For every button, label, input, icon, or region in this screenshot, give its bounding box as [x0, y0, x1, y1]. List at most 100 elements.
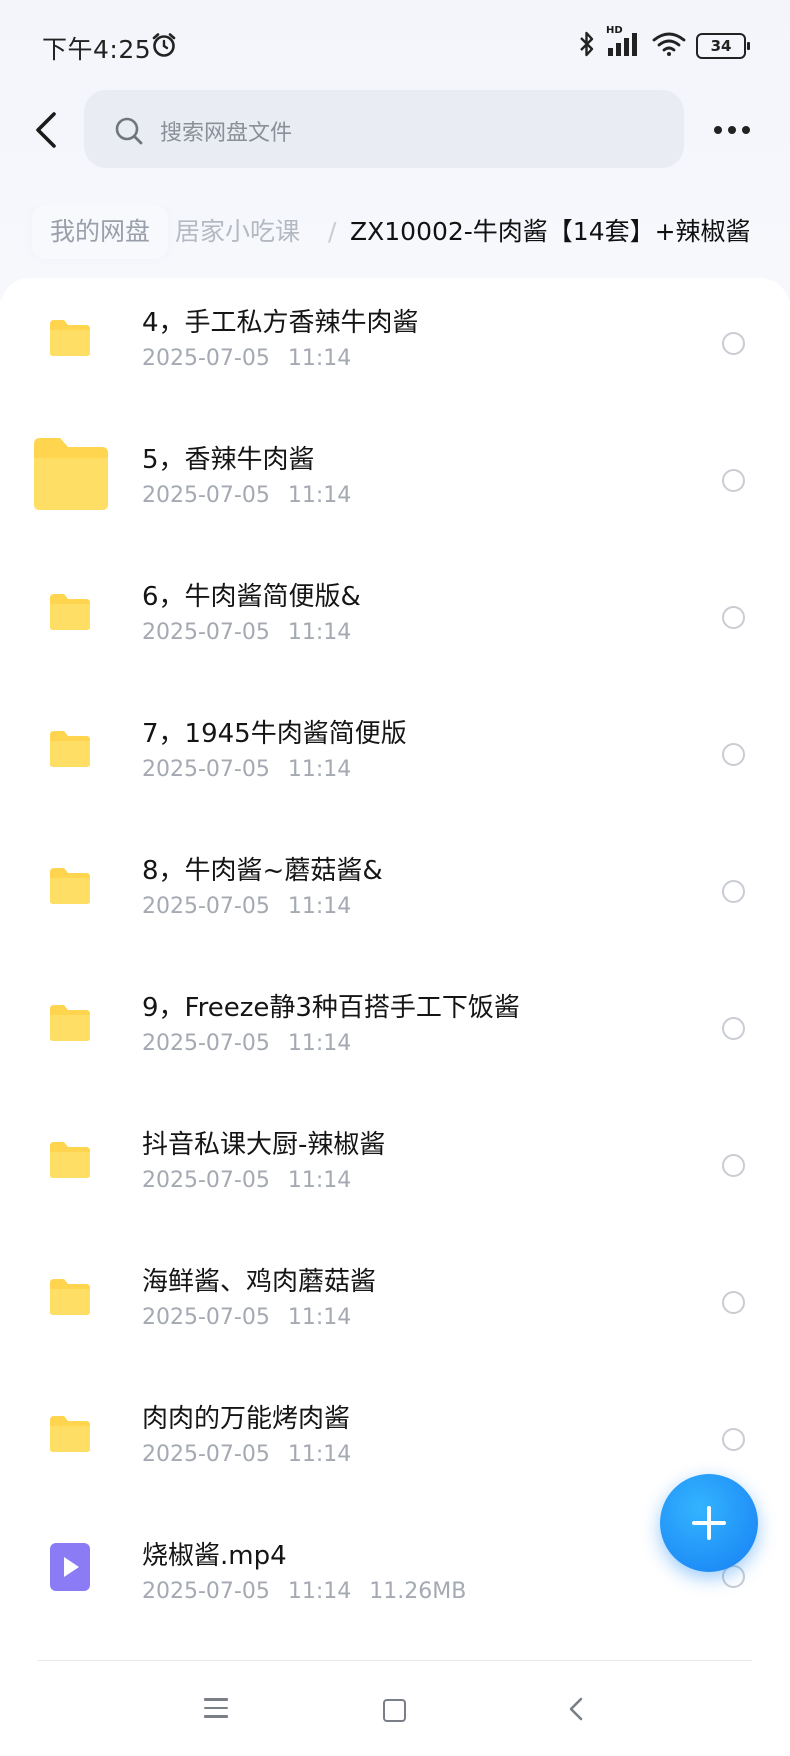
cellular-signal-icon: HD	[606, 25, 642, 61]
file-date: 2025-07-05	[142, 1579, 270, 1604]
file-time: 11:14	[287, 620, 352, 645]
file-name: 4，手工私方香辣牛肉酱	[142, 308, 419, 338]
file-meta: 2025-07-05 11:14	[142, 620, 369, 645]
file-meta: 2025-07-05 11:14	[142, 1305, 369, 1330]
folder-icon	[50, 1279, 90, 1315]
status-bar: 下午4:25 HD 34	[0, 0, 790, 90]
file-meta: 2025-07-05 11:14	[142, 757, 369, 782]
search-icon	[114, 116, 144, 150]
breadcrumb: 居家小吃课 我的网盘 / ZX10002-牛肉酱【14套】+辣椒酱	[0, 205, 790, 265]
search-input[interactable]: 搜索网盘文件	[84, 90, 684, 168]
network-type-label: HD	[606, 25, 623, 36]
file-time: 11:14	[287, 1031, 352, 1056]
file-time: 11:14	[287, 1305, 352, 1330]
file-time: 11:14	[287, 483, 352, 508]
select-checkbox[interactable]	[722, 469, 745, 492]
nav-divider	[38, 1660, 752, 1661]
breadcrumb-separator: /	[328, 217, 337, 246]
file-name: 7，1945牛肉酱简便版	[142, 719, 407, 749]
folder-icon	[50, 1005, 90, 1041]
recent-apps-button[interactable]	[204, 1698, 230, 1720]
file-date: 2025-07-05	[142, 483, 270, 508]
file-row[interactable]: 8，牛肉酱~蘑菇酱& 2025-07-05 11:14	[0, 838, 790, 975]
status-time: 下午4:25	[42, 35, 152, 64]
wifi-icon	[652, 31, 686, 61]
file-name: 9，Freeze静3种百搭手工下饭酱	[142, 993, 520, 1023]
breadcrumb-item-current: ZX10002-牛肉酱【14套】+辣椒酱	[350, 217, 751, 246]
file-time: 11:14	[287, 1442, 352, 1467]
search-placeholder: 搜索网盘文件	[160, 121, 293, 146]
file-row[interactable]: 5，香辣牛肉酱 2025-07-05 11:14	[0, 427, 790, 564]
file-size: 11.26MB	[369, 1579, 467, 1604]
file-name: 抖音私课大厨-辣椒酱	[142, 1130, 386, 1160]
file-list: 4，手工私方香辣牛肉酱 2025-07-05 11:14 5，香辣牛肉酱 2025…	[0, 278, 790, 1658]
file-meta: 2025-07-05 11:14	[142, 894, 369, 919]
alarm-icon	[150, 31, 178, 63]
file-name: 5，香辣牛肉酱	[142, 445, 315, 475]
folder-icon	[50, 1416, 90, 1452]
file-date: 2025-07-05	[142, 620, 270, 645]
home-button[interactable]	[383, 1699, 406, 1722]
more-dot-icon	[728, 126, 736, 134]
more-dot-icon	[714, 126, 722, 134]
file-meta: 2025-07-05 11:14 11.26MB	[142, 1579, 484, 1604]
back-button[interactable]	[28, 108, 68, 152]
file-name: 烧椒酱.mp4	[142, 1541, 287, 1571]
file-date: 2025-07-05	[142, 1168, 270, 1193]
breadcrumb-item-parent[interactable]: 居家小吃课	[175, 205, 300, 259]
folder-icon	[50, 868, 90, 904]
select-checkbox[interactable]	[722, 1428, 745, 1451]
folder-icon	[50, 1142, 90, 1178]
file-meta: 2025-07-05 11:14	[142, 1168, 369, 1193]
menu-line-icon	[204, 1715, 228, 1718]
battery-indicator: 34	[696, 33, 750, 59]
file-time: 11:14	[287, 346, 352, 371]
file-name: 肉肉的万能烤肉酱	[142, 1404, 351, 1434]
file-row[interactable]: 4，手工私方香辣牛肉酱 2025-07-05 11:14	[0, 290, 790, 427]
file-row[interactable]: 6，牛肉酱简便版& 2025-07-05 11:14	[0, 564, 790, 701]
file-name: 海鲜酱、鸡肉蘑菇酱	[142, 1267, 377, 1297]
more-dot-icon	[742, 126, 750, 134]
more-options-button[interactable]	[714, 115, 758, 145]
file-date: 2025-07-05	[142, 346, 270, 371]
file-name: 8，牛肉酱~蘑菇酱&	[142, 856, 383, 886]
chevron-left-icon	[569, 1697, 583, 1721]
select-checkbox[interactable]	[722, 606, 745, 629]
select-checkbox[interactable]	[722, 1291, 745, 1314]
file-date: 2025-07-05	[142, 894, 270, 919]
file-time: 11:14	[287, 1168, 352, 1193]
add-button[interactable]	[660, 1474, 758, 1572]
menu-line-icon	[204, 1706, 228, 1709]
file-time: 11:14	[287, 1579, 352, 1604]
file-meta: 2025-07-05 11:14	[142, 483, 369, 508]
select-checkbox[interactable]	[722, 1017, 745, 1040]
file-meta: 2025-07-05 11:14	[142, 1442, 369, 1467]
file-date: 2025-07-05	[142, 1305, 270, 1330]
breadcrumb-item-root[interactable]: 我的网盘	[32, 205, 169, 259]
video-file-icon	[50, 1543, 90, 1591]
file-name: 6，牛肉酱简便版&	[142, 582, 361, 612]
file-row[interactable]: 9，Freeze静3种百搭手工下饭酱 2025-07-05 11:14	[0, 975, 790, 1112]
folder-icon	[34, 438, 108, 510]
folder-icon	[50, 320, 90, 356]
system-back-button[interactable]	[566, 1696, 586, 1726]
file-time: 11:14	[287, 894, 352, 919]
file-meta: 2025-07-05 11:14	[142, 346, 369, 371]
select-checkbox[interactable]	[722, 880, 745, 903]
folder-icon	[50, 731, 90, 767]
file-row[interactable]: 海鲜酱、鸡肉蘑菇酱 2025-07-05 11:14	[0, 1249, 790, 1386]
chevron-left-icon	[36, 112, 56, 148]
file-date: 2025-07-05	[142, 757, 270, 782]
file-row[interactable]: 抖音私课大厨-辣椒酱 2025-07-05 11:14	[0, 1112, 790, 1249]
bluetooth-icon	[578, 30, 596, 62]
menu-line-icon	[204, 1698, 228, 1701]
select-checkbox[interactable]	[722, 1154, 745, 1177]
select-checkbox[interactable]	[722, 743, 745, 766]
file-date: 2025-07-05	[142, 1031, 270, 1056]
file-date: 2025-07-05	[142, 1442, 270, 1467]
folder-icon	[50, 594, 90, 630]
select-checkbox[interactable]	[722, 332, 745, 355]
file-row[interactable]: 7，1945牛肉酱简便版 2025-07-05 11:14	[0, 701, 790, 838]
file-time: 11:14	[287, 757, 352, 782]
file-meta: 2025-07-05 11:14	[142, 1031, 369, 1056]
